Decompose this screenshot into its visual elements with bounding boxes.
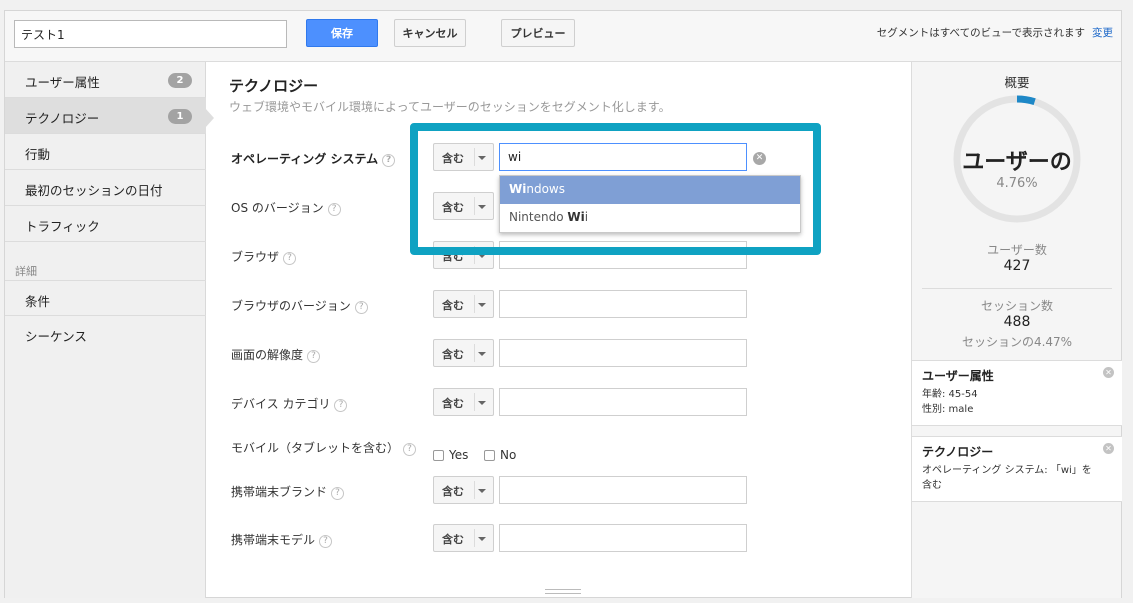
summary-title: 概要 xyxy=(1004,75,1030,90)
donut-percent: 4.76% xyxy=(996,176,1038,191)
users-label: ユーザー数 xyxy=(987,243,1047,257)
browser-version-operator-select[interactable]: 含む xyxy=(433,290,494,318)
screen-resolution-input[interactable] xyxy=(499,339,747,367)
sidebar-item-first-session-date[interactable]: 最初のセッションの日付 xyxy=(5,170,206,206)
mobile-brand-operator-select[interactable]: 含む xyxy=(433,476,494,504)
os-label: オペレーティング システム? xyxy=(231,150,396,167)
mobile-brand-label: 携帯端末ブランド? xyxy=(231,483,345,500)
chevron-down-icon xyxy=(478,489,486,493)
sessions-label: セッション数 xyxy=(980,299,1053,313)
sidebar-item-label: 条件 xyxy=(25,294,51,309)
count-badge: 1 xyxy=(168,109,192,124)
screen-resolution-label: 画面の解像度? xyxy=(231,346,321,363)
donut-label: ユーザーの xyxy=(962,150,1072,175)
sidebar-item-label: ユーザー属性 xyxy=(25,75,100,90)
chevron-down-icon xyxy=(478,401,486,405)
mobile-label: モバイル（タブレットを含む）? xyxy=(231,439,417,456)
users-value: 427 xyxy=(1003,258,1031,274)
segment-name-input[interactable] xyxy=(14,20,287,48)
toolbar: 保存 キャンセル プレビュー セグメントはすべてのビューで表示されます 変更 xyxy=(5,11,1121,62)
active-pointer xyxy=(205,108,214,128)
sidebar-item-label: トラフィック xyxy=(25,219,100,234)
help-icon[interactable]: ? xyxy=(382,154,396,167)
mobile-no-checkbox[interactable]: No xyxy=(484,448,516,462)
device-category-input[interactable] xyxy=(499,388,747,416)
card-title: ユーザー属性 xyxy=(922,369,994,383)
chevron-down-icon xyxy=(478,254,486,258)
mobile-model-label: 携帯端末モデル? xyxy=(231,531,333,548)
change-link[interactable]: 変更 xyxy=(1092,25,1113,40)
sidebar-item-label: 最初のセッションの日付 xyxy=(25,183,163,198)
help-icon[interactable]: ? xyxy=(403,443,417,456)
remove-icon[interactable]: ✕ xyxy=(1103,443,1114,454)
visibility-note: セグメントはすべてのビューで表示されます xyxy=(876,27,1085,39)
clear-icon[interactable]: ✕ xyxy=(753,152,766,165)
chevron-down-icon xyxy=(478,205,486,209)
segment-editor: 保存 キャンセル プレビュー セグメントはすべてのビューで表示されます 変更 ユ… xyxy=(4,10,1122,598)
os-version-operator-select[interactable]: 含む xyxy=(433,192,494,220)
os-operator-select[interactable]: 含む xyxy=(433,143,494,171)
browser-label: ブラウザ? xyxy=(231,248,297,265)
sidebar: ユーザー属性 2 テクノロジー 1 行動 最初のセッションの日付 トラフィック … xyxy=(5,62,206,598)
autocomplete-dropdown: Windows Nintendo Wii xyxy=(499,175,801,233)
mobile-yes-checkbox[interactable]: Yes xyxy=(433,448,468,462)
page-subtitle: ウェブ環境やモバイル環境によってユーザーのセッションをセグメント化します。 xyxy=(229,100,671,114)
browser-input[interactable] xyxy=(499,241,747,269)
card-line: 年齢: 45-54 xyxy=(922,389,978,400)
sidebar-item-label: テクノロジー xyxy=(25,111,100,126)
sidebar-item-behavior[interactable]: 行動 xyxy=(5,134,206,170)
sessions-value: 488 xyxy=(1003,314,1031,330)
help-icon[interactable]: ? xyxy=(354,301,368,314)
mobile-brand-input[interactable] xyxy=(499,476,747,504)
demographics-card: ユーザー属性 年齢: 45-54 性別: male ✕ xyxy=(912,360,1122,426)
screen-resolution-operator-select[interactable]: 含む xyxy=(433,339,494,367)
suggestion-item[interactable]: Windows xyxy=(500,176,800,204)
browser-operator-select[interactable]: 含む xyxy=(433,241,494,269)
device-category-operator-select[interactable]: 含む xyxy=(433,388,494,416)
save-button[interactable]: 保存 xyxy=(306,19,378,47)
chevron-down-icon xyxy=(478,537,486,541)
sidebar-item-sequences[interactable]: シーケンス xyxy=(5,316,206,352)
help-icon[interactable]: ? xyxy=(319,535,333,548)
card-title: テクノロジー xyxy=(922,445,994,459)
cancel-button[interactable]: キャンセル xyxy=(394,19,466,47)
advanced-section-label: 詳細 xyxy=(15,265,37,278)
sidebar-item-traffic[interactable]: トラフィック xyxy=(5,206,206,242)
count-badge: 2 xyxy=(168,73,192,88)
sessions-percent: セッションの4.47% xyxy=(961,335,1073,349)
resize-handle[interactable] xyxy=(545,589,581,594)
remove-icon[interactable]: ✕ xyxy=(1103,367,1114,378)
sidebar-item-technology[interactable]: テクノロジー 1 xyxy=(5,98,206,134)
divider xyxy=(922,288,1112,289)
device-category-label: デバイス カテゴリ? xyxy=(231,395,348,412)
chevron-down-icon xyxy=(478,352,486,356)
chevron-down-icon xyxy=(478,156,486,160)
summary-panel: 概要 ユーザーの 4.76% ユーザー数 427 セッション数 488 セッショ… xyxy=(911,62,1122,598)
card-line: 含む xyxy=(922,480,942,491)
chevron-down-icon xyxy=(478,303,486,307)
help-icon[interactable]: ? xyxy=(283,252,297,265)
card-line: 性別: male xyxy=(922,404,974,415)
help-icon[interactable]: ? xyxy=(334,399,348,412)
sidebar-item-conditions[interactable]: 条件 xyxy=(5,280,206,316)
help-icon[interactable]: ? xyxy=(331,487,345,500)
sidebar-item-label: 行動 xyxy=(25,147,51,162)
sidebar-item-demographics[interactable]: ユーザー属性 2 xyxy=(5,62,206,98)
suggestion-item[interactable]: Nintendo Wii xyxy=(500,204,800,232)
os-value-input[interactable] xyxy=(499,143,747,171)
card-line: オペレーティング システム: 「wi」を xyxy=(922,465,1092,476)
preview-button[interactable]: プレビュー xyxy=(501,19,575,47)
os-version-label: OS のバージョン? xyxy=(231,199,341,216)
mobile-model-input[interactable] xyxy=(499,524,747,552)
help-icon[interactable]: ? xyxy=(307,350,321,363)
browser-version-input[interactable] xyxy=(499,290,747,318)
help-icon[interactable]: ? xyxy=(327,203,341,216)
technology-card: テクノロジー オペレーティング システム: 「wi」を 含む ✕ xyxy=(912,436,1122,502)
mobile-model-operator-select[interactable]: 含む xyxy=(433,524,494,552)
browser-version-label: ブラウザのバージョン? xyxy=(231,297,368,314)
page-title: テクノロジー xyxy=(229,77,319,95)
sidebar-item-label: シーケンス xyxy=(25,329,87,344)
